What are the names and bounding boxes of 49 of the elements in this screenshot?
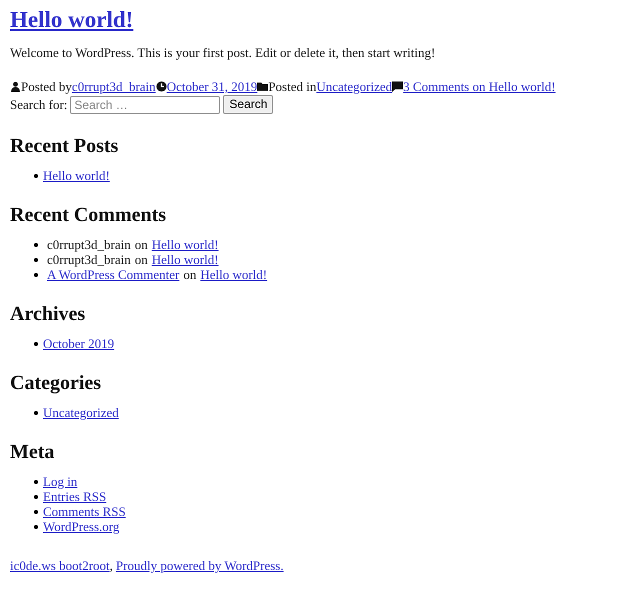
widget-link[interactable]: October 2019 <box>43 336 114 351</box>
date-link[interactable]: October 31, 2019 <box>166 79 258 94</box>
category-link[interactable]: Uncategorized <box>316 79 392 94</box>
search-button[interactable]: Search <box>223 95 274 114</box>
widget-link[interactable]: WordPress.org <box>43 519 120 534</box>
widget-link[interactable]: Log in <box>43 474 78 489</box>
bullet-icon <box>34 494 38 498</box>
widget-heading: Meta <box>10 440 56 464</box>
comment-post-link[interactable]: Hello world! <box>152 237 219 252</box>
widget-heading: Recent Posts <box>10 134 120 158</box>
widget-link[interactable]: Entries RSS <box>43 489 106 504</box>
comma-text: , <box>110 558 113 573</box>
post-title-link[interactable]: Hello world! <box>10 6 134 34</box>
comment-author: c0rrupt3d_brain <box>47 237 131 252</box>
bullet-icon <box>34 342 38 346</box>
comments-link[interactable]: 3 Comments on Hello world! <box>403 79 556 94</box>
person-icon <box>10 81 21 92</box>
speech-bubble-icon <box>392 81 404 92</box>
bullet-icon <box>34 272 38 276</box>
author-link[interactable]: c0rrupt3d_brain <box>72 79 156 94</box>
bullet-icon <box>34 410 38 414</box>
widget-link[interactable]: Uncategorized <box>43 405 119 420</box>
on-text: on <box>183 267 196 282</box>
widget-heading: Categories <box>10 371 102 395</box>
powered-by-link[interactable]: Proudly powered by WordPress. <box>116 558 284 573</box>
comment-post-link[interactable]: Hello world! <box>152 252 219 267</box>
search-field[interactable]: Search … <box>70 96 220 114</box>
post-body: Welcome to WordPress. This is your first post. Edit or delete it, then start writing! <box>10 45 436 60</box>
folder-icon <box>257 81 268 92</box>
posted-by-label: Posted by <box>21 79 72 94</box>
clock-icon <box>156 81 167 92</box>
posted-in-label: Posted in <box>268 79 316 94</box>
comment-author: c0rrupt3d_brain <box>47 252 131 267</box>
widget-link[interactable]: Hello world! <box>43 168 110 183</box>
on-text: on <box>134 237 148 252</box>
bullet-icon <box>34 258 38 262</box>
site-link[interactable]: ic0de.ws boot2root <box>10 558 110 573</box>
widget-link[interactable]: Comments RSS <box>43 504 126 519</box>
widget-heading: Recent Comments <box>10 203 168 227</box>
search-label: Search for: <box>10 97 68 112</box>
bullet-icon <box>34 524 38 528</box>
comment-author-link[interactable]: A WordPress Commenter <box>47 267 180 282</box>
widget-heading: Archives <box>10 302 86 326</box>
bullet-icon <box>34 480 38 484</box>
bullet-icon <box>34 510 38 514</box>
bullet-icon <box>34 174 38 178</box>
comment-post-link[interactable]: Hello world! <box>200 267 268 282</box>
on-text: on <box>134 252 148 267</box>
bullet-icon <box>34 242 38 246</box>
